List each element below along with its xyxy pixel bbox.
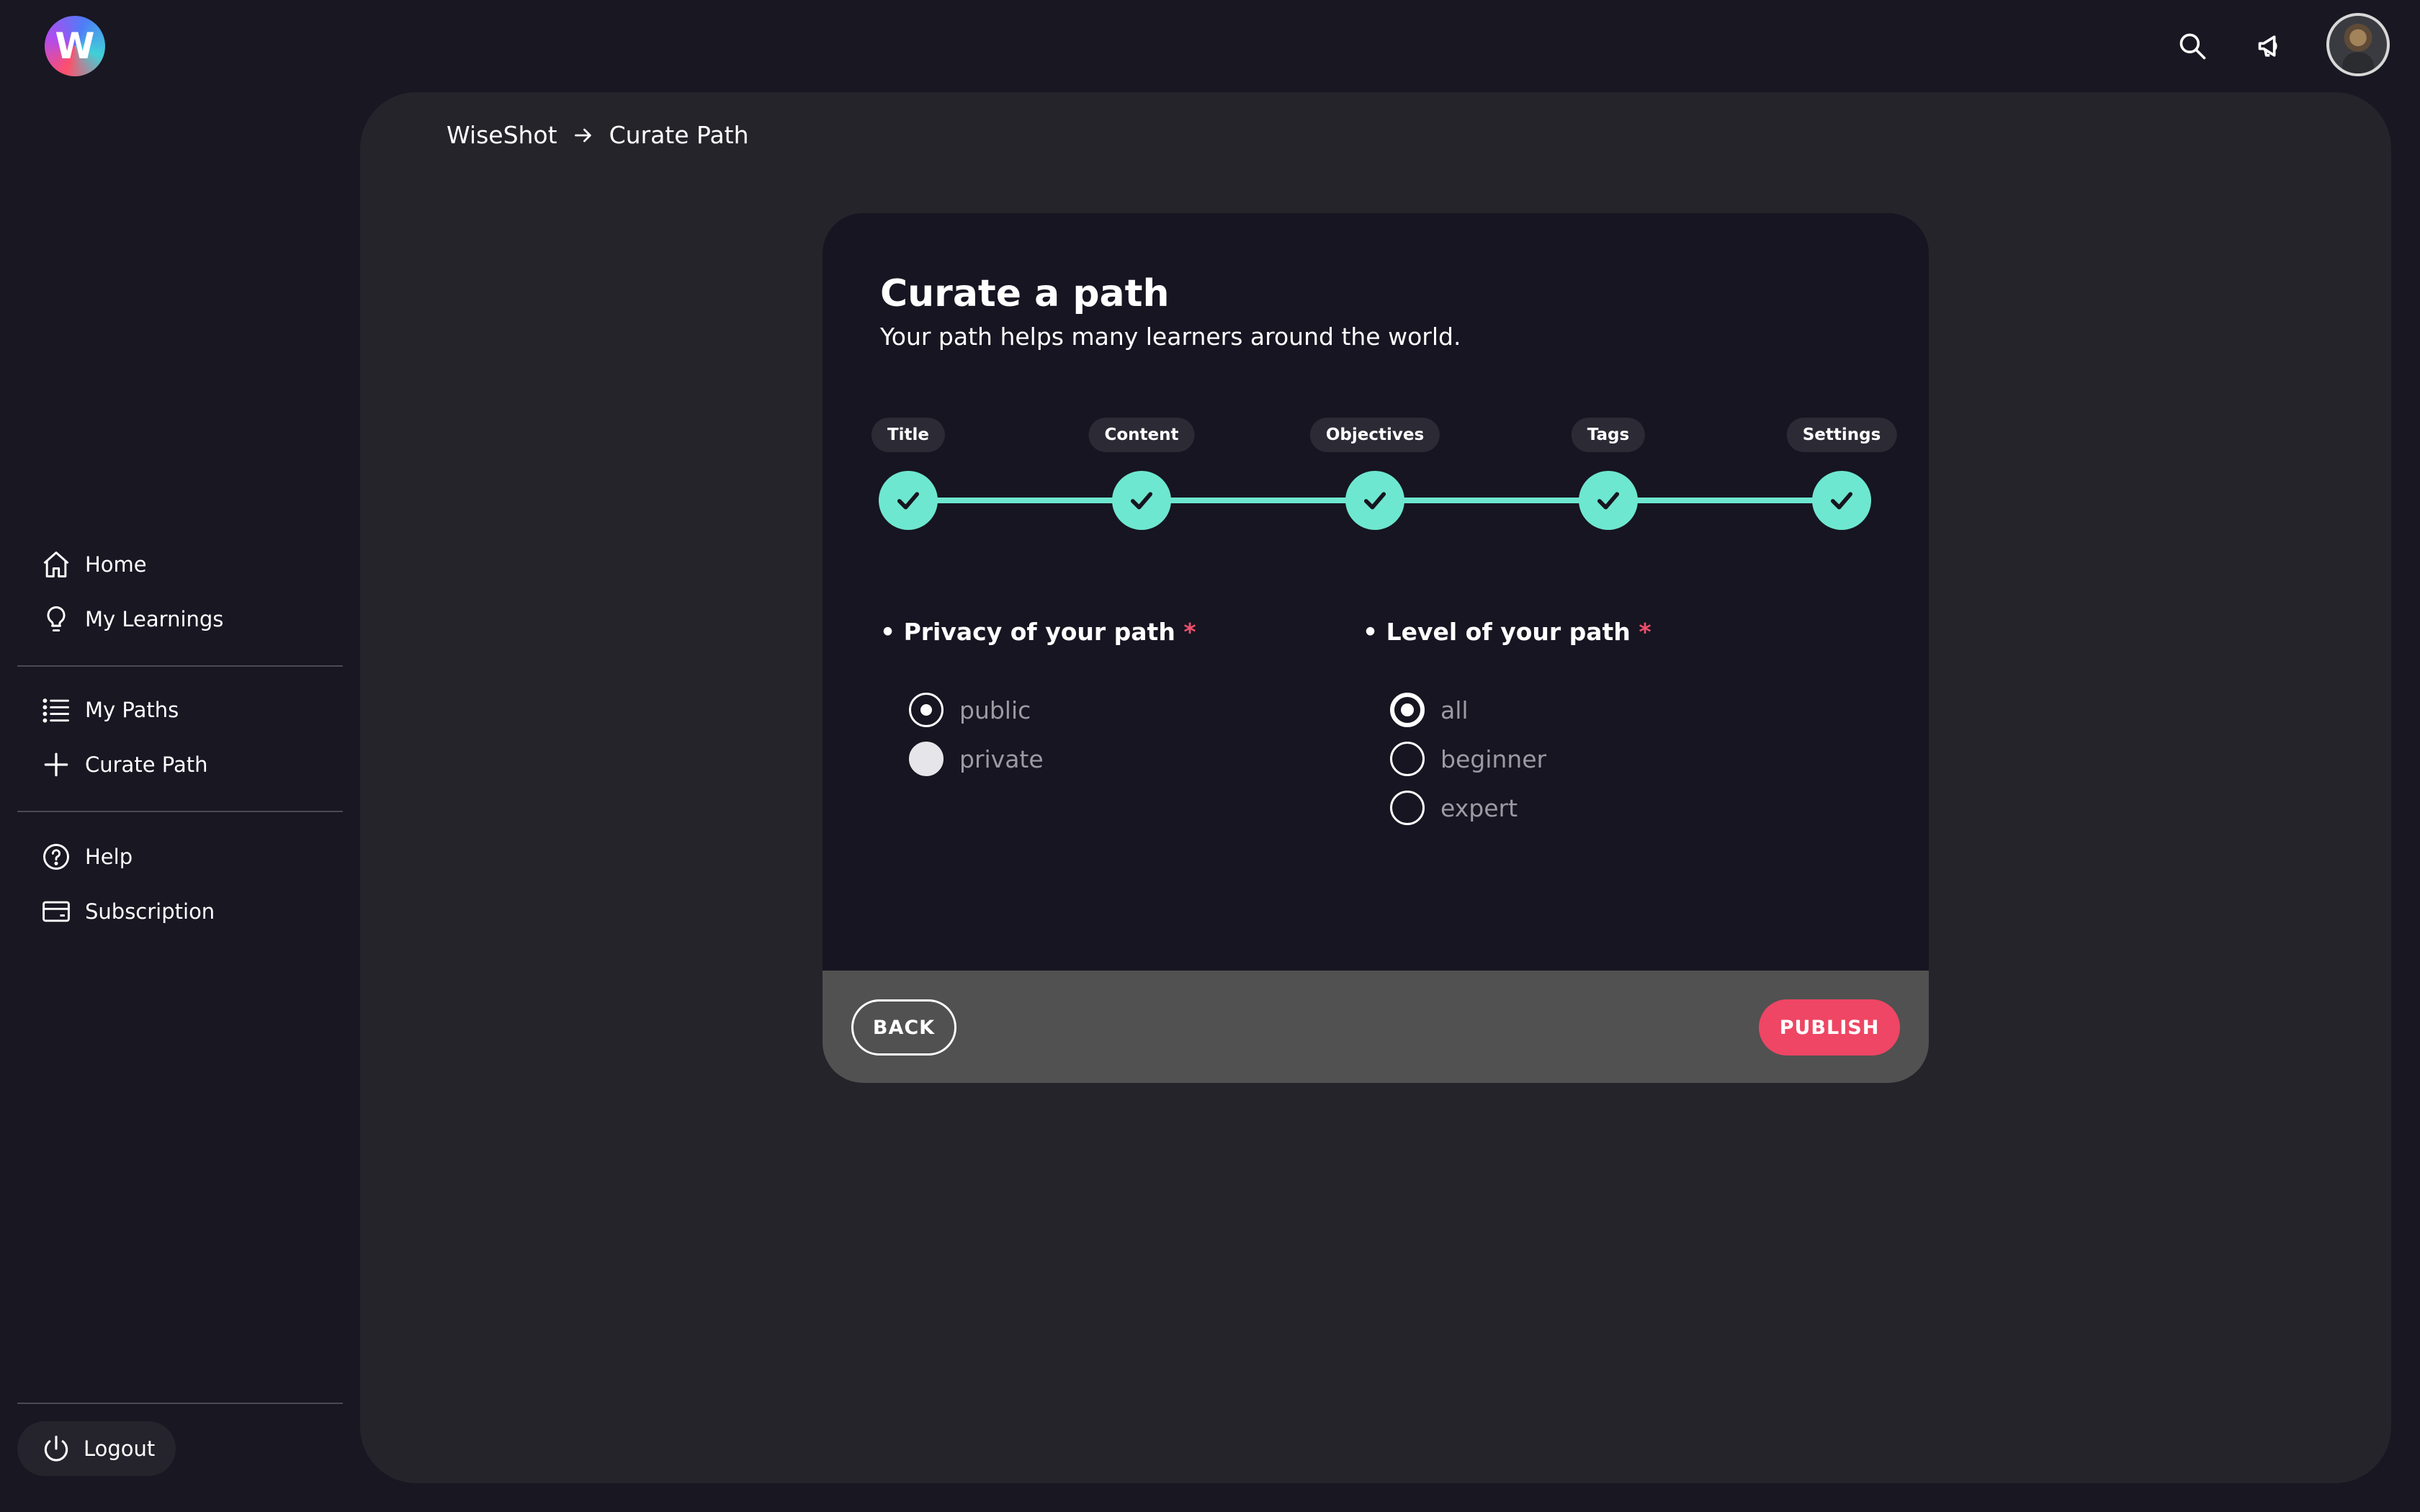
card-footer: BACK PUBLISH [823, 971, 1929, 1083]
curate-path-card: Curate a path Your path helps many learn… [823, 213, 1929, 1083]
breadcrumb-current: Curate Path [609, 121, 749, 149]
logout-label: Logout [84, 1436, 156, 1461]
sidebar-item-label: Subscription [85, 899, 215, 924]
check-icon [1363, 492, 1386, 510]
radio-expert[interactable] [1390, 791, 1425, 825]
privacy-label: • Privacy of your path * [880, 618, 1196, 646]
level-label-text: • Level of your path [1363, 618, 1631, 646]
sidebar-item-my-paths[interactable]: My Paths [40, 688, 179, 732]
lightbulb-icon [47, 606, 66, 632]
sidebar-item-label: My Paths [85, 698, 179, 722]
step-label-content[interactable]: Content [1088, 418, 1195, 452]
search-icon[interactable] [2172, 26, 2213, 66]
sidebar-divider [17, 811, 343, 812]
step-label-settings[interactable]: Settings [1786, 418, 1897, 452]
required-mark: * [1183, 618, 1196, 646]
radio-beginner[interactable] [1390, 742, 1425, 776]
power-icon [44, 1435, 68, 1462]
radio-label: all [1440, 696, 1469, 724]
help-circle-icon [43, 844, 69, 870]
level-option-expert[interactable]: expert [1390, 788, 1518, 828]
sidebar-item-label: My Learnings [85, 607, 224, 631]
logo-letter: W [55, 25, 95, 67]
sidebar-item-home[interactable]: Home [40, 543, 147, 586]
step-content-complete[interactable] [1112, 471, 1171, 530]
radio-private[interactable] [909, 742, 944, 776]
logout-button[interactable]: Logout [17, 1421, 176, 1476]
sidebar-item-my-learnings[interactable]: My Learnings [40, 598, 223, 641]
radio-public[interactable] [909, 693, 944, 727]
required-mark: * [1639, 618, 1652, 646]
level-label: • Level of your path * [1363, 618, 1652, 646]
sidebar-item-label: Help [85, 845, 133, 869]
step-label-title[interactable]: Title [871, 418, 946, 452]
breadcrumb-root[interactable]: WiseShot [447, 121, 557, 149]
avatar[interactable] [2326, 13, 2390, 76]
check-icon [1597, 492, 1620, 510]
level-option-all[interactable]: all [1390, 690, 1469, 730]
sidebar-item-help[interactable]: Help [40, 835, 133, 878]
step-settings-complete[interactable] [1812, 471, 1871, 530]
step-title-complete[interactable] [879, 471, 938, 530]
step-tags-complete[interactable] [1579, 471, 1638, 530]
sidebar-item-label: Home [85, 552, 147, 577]
home-icon [43, 552, 69, 577]
radio-label: expert [1440, 793, 1518, 822]
megaphone-icon[interactable] [2251, 26, 2292, 66]
privacy-option-public[interactable]: public [909, 690, 1031, 730]
step-label-tags[interactable]: Tags [1571, 418, 1646, 452]
check-icon [897, 492, 920, 510]
step-label-objectives[interactable]: Objectives [1309, 418, 1440, 452]
level-option-beginner[interactable]: beginner [1390, 739, 1546, 779]
radio-label: beginner [1440, 744, 1547, 773]
card-subtitle: Your path helps many learners around the… [880, 323, 1461, 351]
list-icon [42, 698, 69, 723]
breadcrumb: WiseShot Curate Path [447, 121, 749, 149]
check-icon [1130, 492, 1153, 510]
radio-label: private [959, 744, 1044, 773]
sidebar-divider [17, 665, 343, 667]
privacy-option-private[interactable]: private [909, 739, 1044, 779]
card-title: Curate a path [880, 272, 1170, 315]
sidebar-item-subscription[interactable]: Subscription [40, 890, 215, 933]
radio-label: public [959, 696, 1031, 724]
back-button[interactable]: BACK [851, 999, 956, 1056]
credit-card-icon [42, 901, 70, 922]
publish-button[interactable]: PUBLISH [1759, 999, 1900, 1056]
step-objectives-complete[interactable] [1345, 471, 1404, 530]
sidebar-divider [17, 1403, 343, 1404]
check-icon [1830, 492, 1853, 510]
arrow-right-icon [574, 128, 591, 142]
sidebar-item-label: Curate Path [85, 752, 208, 777]
app-logo[interactable]: W [45, 16, 105, 76]
privacy-label-text: • Privacy of your path [880, 618, 1175, 646]
plus-icon [44, 752, 68, 777]
sidebar-item-curate-path[interactable]: Curate Path [40, 743, 207, 786]
radio-all[interactable] [1390, 693, 1425, 727]
